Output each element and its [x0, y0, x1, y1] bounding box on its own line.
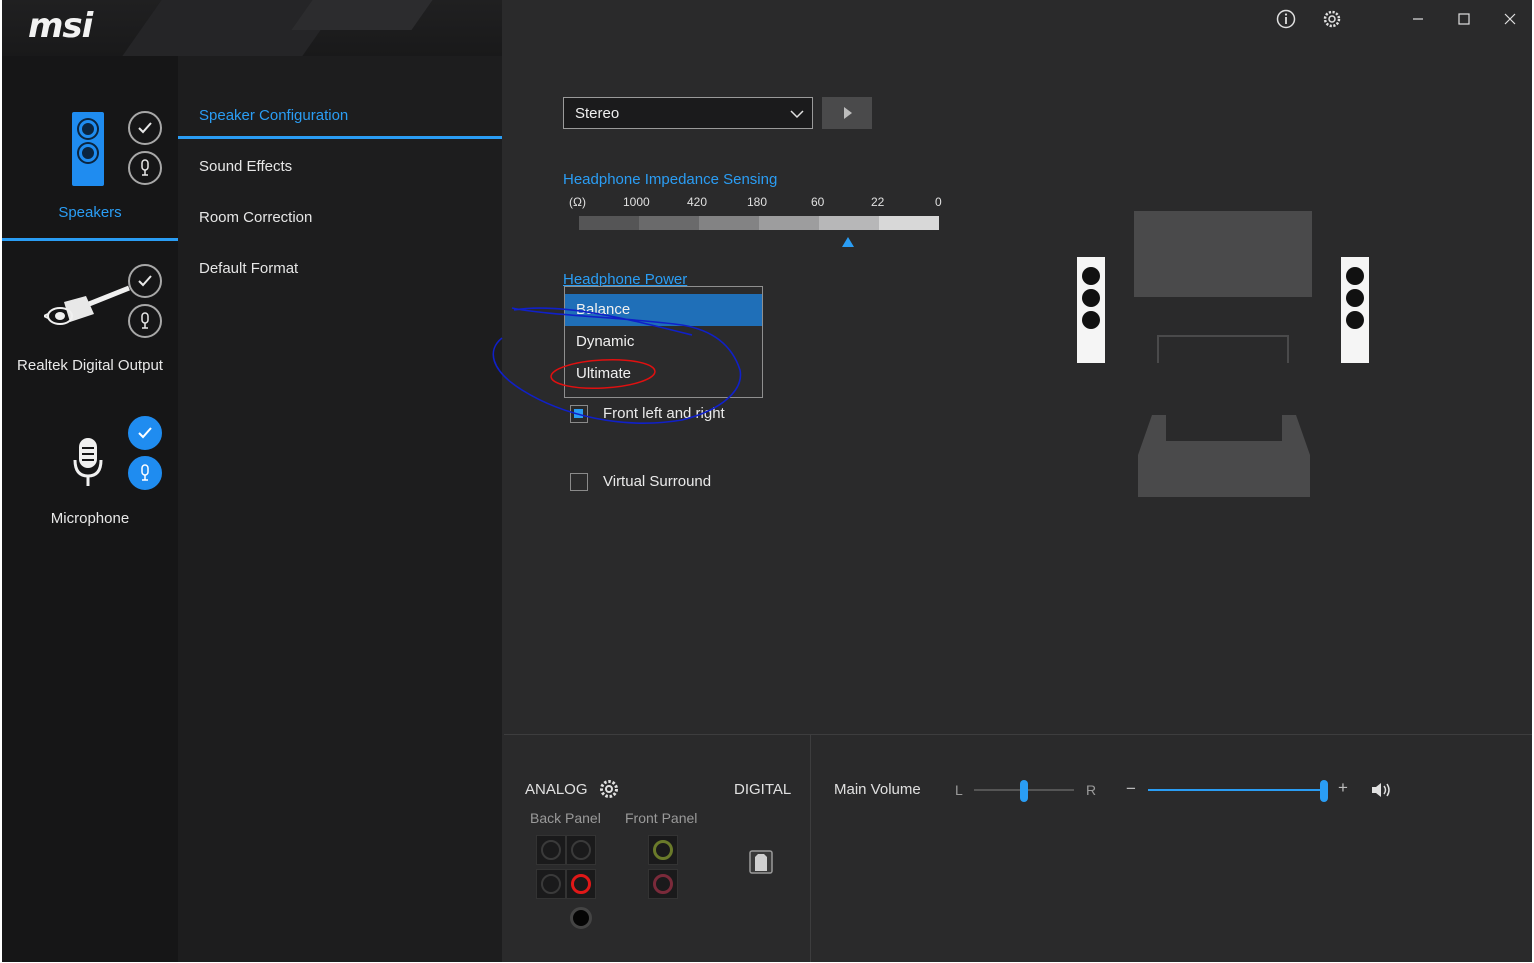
gear-icon[interactable] [1321, 8, 1343, 30]
front-panel-label: Front Panel [625, 810, 698, 826]
device-microphone[interactable]: Microphone [2, 406, 178, 536]
settings-menu: Speaker Configuration Sound Effects Room… [178, 56, 502, 962]
set-default-communication-button[interactable] [128, 456, 162, 490]
device-digital-output[interactable]: Realtek Digital Output [2, 256, 178, 386]
check-icon [138, 122, 152, 134]
play-test-button[interactable] [822, 97, 872, 129]
check-icon [138, 427, 152, 439]
impedance-tick: 1000 [623, 195, 650, 209]
impedance-title: Headphone Impedance Sensing [563, 171, 778, 188]
device-label-microphone: Microphone [50, 510, 130, 527]
speaker-icon [72, 112, 104, 186]
back-jack-slot[interactable] [566, 835, 596, 865]
menu-item-sound-effects[interactable]: Sound Effects [199, 158, 292, 175]
logo-header: msi [2, 0, 502, 56]
power-option-balance[interactable]: Balance [565, 294, 762, 326]
front-left-right-checkbox[interactable] [570, 405, 588, 423]
minimize-icon[interactable] [1407, 8, 1429, 30]
main-volume-slider[interactable] [1148, 780, 1329, 802]
balance-right-label: R [1086, 782, 1097, 798]
menu-active-underline [178, 136, 502, 139]
microphone-small-icon [141, 464, 149, 481]
front-jack-green[interactable] [648, 835, 678, 865]
main-volume-fill [1148, 789, 1325, 791]
balance-slider-thumb[interactable] [1020, 780, 1028, 802]
spdif-port-icon[interactable] [748, 849, 774, 875]
close-icon[interactable] [1499, 8, 1521, 30]
bottom-panel: ANALOG DIGITAL Back Panel Front Panel Ma… [504, 734, 1532, 962]
power-option-dynamic[interactable]: Dynamic [565, 326, 762, 358]
play-icon [844, 107, 852, 119]
info-icon[interactable] [1275, 8, 1297, 30]
main-volume-slider-thumb[interactable] [1320, 780, 1329, 802]
menu-item-default-format[interactable]: Default Format [199, 260, 298, 277]
analog-settings-gear-icon[interactable] [599, 779, 619, 799]
power-option-ultimate[interactable]: Ultimate [565, 358, 762, 390]
left-speaker-icon [1077, 257, 1105, 363]
speaker-config-value: Stereo [575, 105, 620, 122]
speaker-volume-icon[interactable] [1370, 781, 1392, 799]
back-jack-red[interactable] [566, 869, 596, 899]
volume-plus-icon[interactable]: + [1338, 778, 1348, 798]
chevron-down-icon [790, 110, 804, 119]
check-icon [138, 275, 152, 287]
front-left-right-label: Front left and right [603, 405, 725, 422]
impedance-tick: 60 [811, 195, 825, 209]
volume-minus-icon[interactable]: − [1126, 779, 1136, 799]
desk-shape [1157, 335, 1289, 363]
balance-slider[interactable] [974, 780, 1074, 802]
impedance-tick: 420 [687, 195, 708, 209]
microphone-small-icon [141, 159, 149, 176]
microphone-small-icon [141, 312, 149, 329]
back-jack-slot[interactable] [536, 869, 566, 899]
right-speaker-icon [1341, 257, 1369, 363]
msi-logo: msi [28, 6, 93, 46]
back-jack-black[interactable] [570, 907, 592, 929]
virtual-surround-checkbox[interactable] [570, 473, 588, 491]
menu-item-room-correction[interactable]: Room Correction [199, 209, 312, 226]
set-default-communication-button[interactable] [128, 151, 162, 185]
monitor-shape [1134, 211, 1312, 297]
analog-label: ANALOG [525, 781, 588, 798]
set-default-check-button[interactable] [128, 264, 162, 298]
virtual-surround-label: Virtual Surround [603, 473, 712, 490]
impedance-tick: 0 [935, 195, 942, 209]
active-device-underline [2, 238, 178, 241]
headphone-power-dropdown[interactable]: Balance Dynamic Ultimate [564, 286, 763, 398]
app-window: msi Speakers Realtek Digital Output Micr… [2, 0, 1532, 962]
listener-chair-shape [1138, 415, 1310, 497]
set-default-check-button[interactable] [128, 111, 162, 145]
balance-left-label: L [955, 782, 963, 798]
device-speakers[interactable]: Speakers [2, 56, 178, 242]
set-default-check-button[interactable] [128, 416, 162, 450]
speaker-config-select[interactable]: Stereo [563, 97, 813, 129]
maximize-icon[interactable] [1453, 8, 1475, 30]
back-panel-label: Back Panel [530, 810, 601, 826]
front-jack-pink[interactable] [648, 869, 678, 899]
digital-label: DIGITAL [734, 781, 792, 798]
impedance-tick: 22 [871, 195, 885, 209]
back-jack-slot[interactable] [536, 835, 566, 865]
device-label-digital-output: Realtek Digital Output [17, 357, 163, 374]
impedance-indicator-icon [842, 237, 854, 247]
bottom-divider [810, 735, 811, 962]
menu-item-speaker-configuration[interactable]: Speaker Configuration [199, 107, 348, 124]
set-default-communication-button[interactable] [128, 304, 162, 338]
impedance-tick: 180 [747, 195, 768, 209]
main-volume-label: Main Volume [834, 781, 921, 798]
device-label-speakers: Speakers [58, 204, 122, 221]
device-sidebar: Speakers Realtek Digital Output Micropho… [2, 56, 178, 962]
rca-plug-icon [44, 285, 130, 325]
microphone-icon [73, 438, 103, 486]
impedance-unit: (Ω) [569, 195, 586, 209]
